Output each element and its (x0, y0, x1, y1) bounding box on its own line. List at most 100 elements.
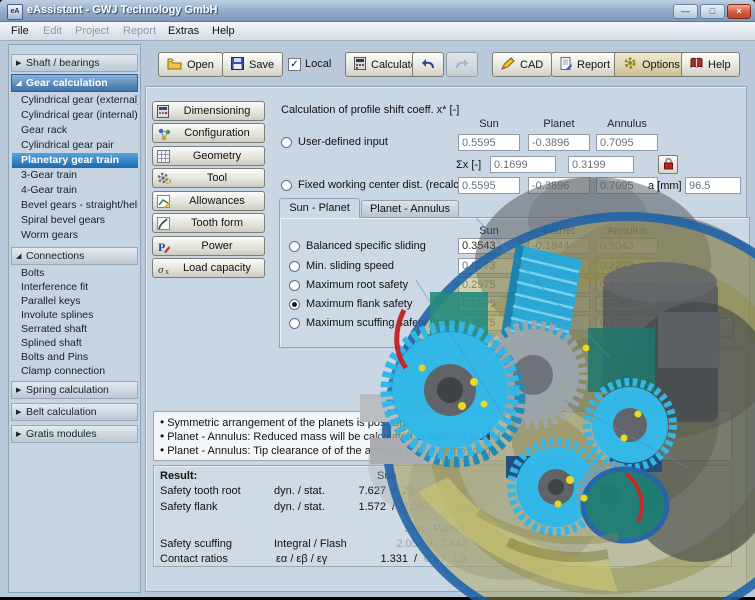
pencil-icon (501, 57, 515, 73)
curve-icon (157, 217, 174, 230)
options-button[interactable]: Options (614, 52, 689, 77)
max-root-sun-field[interactable] (458, 277, 520, 293)
sidebar-item-planetary-gear-train[interactable]: Planetary gear train (12, 153, 138, 168)
sidebar-item-parallel-keys[interactable]: Parallel keys (12, 294, 138, 309)
result-row-label: Safety flank (160, 501, 217, 513)
cad-button[interactable]: CAD (492, 52, 552, 77)
bullet-icon: • (160, 415, 164, 429)
report-button[interactable]: Report (551, 52, 619, 77)
balanced-sliding-label: Balanced specific sliding (306, 240, 426, 252)
min-sliding-annulus-field[interactable] (596, 258, 658, 274)
sidebar-section-gear-calculation[interactable]: ◢Gear calculation (11, 74, 138, 92)
result-value: 7.442 (440, 538, 468, 550)
allowances-button[interactable]: Allowances (152, 191, 265, 211)
sidebar-item-involute-splines[interactable]: Involute splines (12, 308, 138, 323)
max-root-annulus-field[interactable] (596, 277, 658, 293)
menu-file[interactable]: File (6, 24, 34, 38)
undo-button[interactable] (412, 52, 444, 77)
help-button[interactable]: Help (681, 52, 740, 77)
max-scuffing-annulus-field[interactable] (596, 315, 658, 331)
sidebar-section-belt-calculation[interactable]: ▶Belt calculation (11, 403, 138, 421)
sidebar-item-clamp-connection[interactable]: Clamp connection (12, 364, 138, 379)
fixed-center-dist-radio[interactable] (281, 180, 292, 191)
dimensioning-button[interactable]: Dimensioning (152, 101, 265, 121)
menu-help[interactable]: Help (207, 24, 240, 38)
open-button[interactable]: Open (158, 52, 223, 77)
sidebar-section-spring-calculation[interactable]: ▶Spring calculation (11, 381, 138, 399)
help-label: Help (708, 59, 731, 71)
menu-report: Report (118, 24, 161, 38)
sidebar-item-spiral-bevel-gears[interactable]: Spiral bevel gears (12, 213, 138, 228)
save-button[interactable]: Save (222, 52, 283, 77)
tooth-form-button[interactable]: Tooth form (152, 213, 265, 233)
sum-x-label: Σx [-] (456, 159, 481, 171)
center-distance-label: a [mm] (648, 180, 682, 192)
fixed-sun-field[interactable] (458, 177, 520, 194)
menu-bar: File Edit Project Report Extras Help (0, 22, 755, 41)
sidebar-item-3-gear-train[interactable]: 3-Gear train (12, 168, 138, 183)
sidebar-item-cylindrical-gear-external[interactable]: Cylindrical gear (external) (12, 93, 138, 108)
balanced-sun-field[interactable] (458, 238, 520, 254)
result-value: 0.0 (424, 553, 439, 565)
sidebar-item-splined-shaft[interactable]: Splined shaft (12, 336, 138, 351)
save-label: Save (249, 59, 274, 71)
sidebar-section-connections[interactable]: ◢Connections (11, 247, 138, 265)
sidebar-item-cylindrical-gear-internal[interactable]: Cylindrical gear (internal) (12, 108, 138, 123)
max-scuffing-safety-radio[interactable] (289, 318, 300, 329)
local-checkbox[interactable]: ✓ (288, 58, 301, 71)
result-title: Result: (160, 470, 197, 482)
lock-button[interactable] (658, 155, 678, 174)
max-root-safety-radio[interactable] (289, 280, 300, 291)
sidebar-item-worm-gears[interactable]: Worm gears (12, 228, 138, 243)
balanced-annulus-field[interactable] (596, 238, 658, 254)
center-distance-field[interactable] (685, 177, 741, 194)
min-sliding-speed-radio[interactable] (289, 261, 300, 272)
separator: / (392, 501, 395, 513)
close-button[interactable]: × (727, 4, 751, 19)
sidebar-item-bolts-and-pins[interactable]: Bolts and Pins (12, 350, 138, 365)
bullet-icon: • (160, 443, 164, 457)
balanced-sliding-radio[interactable] (289, 241, 300, 252)
sidebar-section-gratis-modules[interactable]: ▶Gratis modules (11, 425, 138, 443)
sidebar-item-serrated-shaft[interactable]: Serrated shaft (12, 322, 138, 337)
open-folder-icon (167, 57, 182, 73)
tab-planet-annulus[interactable]: Planet - Annulus (361, 200, 459, 218)
sidebar-item-bevel-gears[interactable]: Bevel gears - straight/helical (12, 198, 138, 213)
max-flank-safety-radio[interactable] (289, 299, 300, 310)
user-defined-sun-field[interactable] (458, 134, 520, 151)
minimize-button[interactable]: — (673, 4, 698, 19)
user-defined-input-radio[interactable] (281, 137, 292, 148)
tool-button[interactable]: Tool (152, 168, 265, 188)
max-scuffing-sun-field[interactable] (458, 315, 520, 331)
power-button[interactable]: PPower (152, 236, 265, 256)
configuration-button[interactable]: Configuration (152, 123, 265, 143)
grid-header-sun: Sun (458, 225, 520, 237)
user-defined-annulus-field[interactable] (596, 134, 658, 151)
max-root-planet-field[interactable] (528, 277, 590, 293)
sidebar-item-bolts[interactable]: Bolts (12, 266, 138, 281)
ok-button[interactable]: OK (656, 317, 734, 338)
menu-extras[interactable]: Extras (163, 24, 204, 38)
min-sliding-planet-field[interactable] (528, 258, 590, 274)
user-defined-planet-field[interactable] (528, 134, 590, 151)
sidebar-item-4-gear-train[interactable]: 4-Gear train (12, 183, 138, 198)
fixed-planet-field[interactable] (528, 177, 590, 194)
sigma-icon: σx (157, 262, 174, 275)
load-capacity-button[interactable]: σxLoad capacity (152, 258, 265, 278)
geometry-button[interactable]: Geometry (152, 146, 265, 166)
chevron-right-icon: ▶ (16, 56, 26, 72)
tab-sun-planet[interactable]: Sun - Planet (279, 198, 360, 218)
sum-x-sun-planet-field[interactable] (490, 156, 556, 173)
sidebar-section-shaft-bearings[interactable]: ▶Shaft / bearings (11, 54, 138, 72)
sidebar-item-gear-rack[interactable]: Gear rack (12, 123, 138, 138)
sidebar-item-cylindrical-gear-pair[interactable]: Cylindrical gear pair (12, 138, 138, 153)
max-flank-annulus-field[interactable] (596, 296, 658, 312)
maximize-button[interactable]: □ (700, 4, 725, 19)
balanced-planet-field[interactable] (528, 238, 590, 254)
max-flank-sun-field[interactable] (458, 296, 520, 312)
max-scuffing-planet-field[interactable] (528, 315, 590, 331)
sum-x-planet-annulus-field[interactable] (568, 156, 634, 173)
max-flank-planet-field[interactable] (528, 296, 590, 312)
min-sliding-sun-field[interactable] (458, 258, 520, 274)
sidebar-item-interference-fit[interactable]: Interference fit (12, 280, 138, 295)
